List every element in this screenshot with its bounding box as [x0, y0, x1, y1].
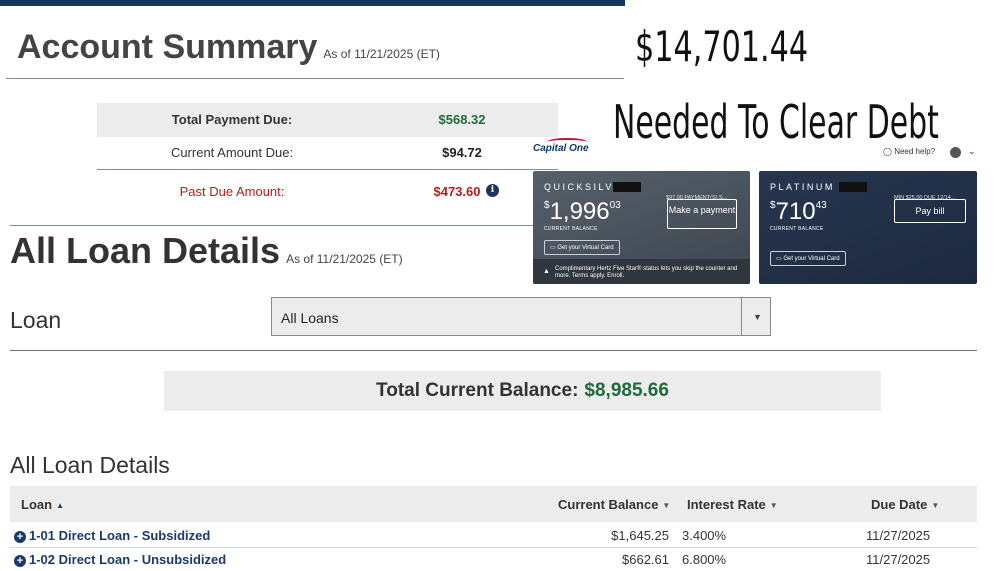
- loan-select[interactable]: All Loans ▼: [271, 297, 771, 336]
- card-icon: ▭: [550, 245, 556, 251]
- card-balance: $1,99603: [544, 198, 621, 225]
- chevron-down-icon[interactable]: ⌄: [968, 146, 976, 157]
- table-row[interactable]: +1-02 Direct Loan - Unsubsidized $662.61…: [10, 547, 977, 571]
- loan-balance: $662.61: [622, 552, 669, 567]
- platinum-card[interactable]: PLATINUM MIN $25.00 DUE 12/14... $71043 …: [759, 171, 977, 284]
- sort-up-icon: ▲: [56, 501, 64, 510]
- total-balance-label: Total Current Balance:: [376, 380, 579, 401]
- current-amount-due-label: Current Amount Due:: [170, 145, 294, 160]
- loan-name[interactable]: +1-01 Direct Loan - Subsidized: [14, 528, 210, 543]
- car-icon: ▲: [543, 268, 550, 275]
- total-payment-due-label: Total Payment Due:: [171, 112, 293, 127]
- expand-icon[interactable]: +: [14, 555, 26, 567]
- total-balance-value: $8,985.66: [584, 380, 669, 401]
- loan-table-title: All Loan Details: [10, 452, 170, 478]
- account-summary-title: Account Summary As of 11/21/2025 (ET): [17, 28, 440, 66]
- sort-down-icon: ▼: [769, 501, 778, 510]
- column-header-rate[interactable]: Interest Rate ▼: [687, 497, 778, 512]
- expand-icon[interactable]: +: [14, 531, 26, 543]
- chat-icon: ◯: [883, 147, 892, 156]
- account-summary-as-of: As of 11/21/2025 (ET): [323, 47, 440, 61]
- card-balance-label: CURRENT BALANCE: [544, 226, 598, 232]
- avatar[interactable]: [950, 147, 961, 158]
- loan-balance: $1,645.25: [611, 528, 669, 543]
- current-amount-due-row: Current Amount Due: $94.72: [97, 136, 558, 170]
- column-header-balance[interactable]: Current Balance ▼: [558, 497, 670, 512]
- virtual-card-button[interactable]: ▭ Get your Virtual Card: [544, 240, 620, 255]
- loan-due-date: 11/27/2025: [866, 552, 931, 567]
- debt-caption-overlay: Needed To Clear Debt: [613, 95, 939, 149]
- card-name: PLATINUM: [770, 182, 835, 192]
- loan-name[interactable]: +1-02 Direct Loan - Unsubsidized: [14, 552, 226, 567]
- table-row[interactable]: +1-01 Direct Loan - Subsidized $1,645.25…: [10, 523, 977, 548]
- quicksilver-card[interactable]: QUICKSILVER $97.00 PAYMENT(S) S... $1,99…: [533, 171, 750, 284]
- pay-bill-button[interactable]: Pay bill: [894, 199, 966, 223]
- loan-rate: 6.800%: [682, 552, 727, 567]
- total-balance-bar: Total Current Balance: $8,985.66: [164, 371, 881, 411]
- sort-down-icon: ▼: [931, 501, 940, 510]
- make-payment-button[interactable]: Make a payment: [667, 199, 737, 229]
- column-header-loan[interactable]: Loan ▲: [21, 497, 64, 512]
- divider: [6, 78, 624, 79]
- divider: [10, 225, 550, 226]
- current-amount-due-value: $94.72: [442, 145, 482, 160]
- capital-one-logo: Capital One: [533, 138, 589, 154]
- loan-details-title: All Loan Details As of 11/21/2025 (ET): [10, 230, 403, 271]
- loan-filter-label: Loan: [10, 307, 62, 333]
- top-accent-bar: [0, 0, 625, 6]
- loan-table-header: Loan ▲ Current Balance ▼ Interest Rate ▼ Du…: [10, 486, 977, 522]
- column-header-due-date[interactable]: Due Date ▼: [871, 497, 939, 512]
- total-payment-due-row: Total Payment Due: $568.32: [97, 103, 558, 137]
- divider: [10, 350, 977, 351]
- past-due-value: $473.60: [433, 184, 481, 199]
- loan-due-date: 11/27/2025: [866, 528, 931, 543]
- debt-amount-overlay: $14,701.44: [635, 22, 809, 71]
- card-balance: $71043: [770, 198, 827, 225]
- masked-number: [613, 182, 641, 192]
- sort-down-icon: ▼: [662, 501, 671, 510]
- dropdown-arrow-icon[interactable]: ▼: [753, 312, 762, 322]
- total-payment-due-value: $568.32: [438, 112, 486, 127]
- info-icon[interactable]: i: [486, 184, 499, 197]
- hertz-promo: ▲ Complimentary Hertz Five Star® status …: [533, 259, 750, 284]
- card-icon: ▭: [776, 256, 782, 262]
- virtual-card-button[interactable]: ▭ Get your Virtual Card: [770, 251, 846, 266]
- need-help-link[interactable]: ◯ Need help?: [883, 147, 935, 156]
- past-due-row: Past Due Amount: $473.60 i: [97, 175, 558, 209]
- card-balance-label: CURRENT BALANCE: [770, 226, 824, 232]
- loan-select-value: All Loans: [281, 310, 339, 326]
- loan-details-as-of: As of 11/21/2025 (ET): [286, 252, 403, 266]
- loan-rate: 3.400%: [682, 528, 727, 543]
- masked-number: [839, 182, 867, 192]
- past-due-label: Past Due Amount:: [179, 184, 285, 199]
